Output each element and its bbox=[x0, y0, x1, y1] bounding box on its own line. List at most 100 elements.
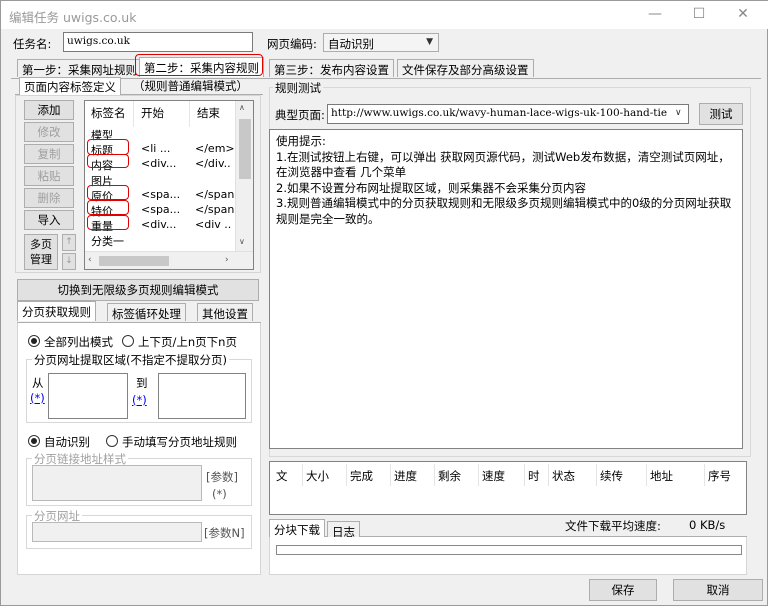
download-col-header[interactable]: 进度 bbox=[394, 468, 417, 484]
tip-1: 1.在测试按钮上右键，可以弹出 获取网页源代码，测试Web发布数据，清空测试页网… bbox=[276, 149, 730, 180]
row-label-name: 模型 bbox=[91, 129, 113, 142]
mode-all-label: 全部列出模式 bbox=[44, 335, 113, 349]
tip-3: 3.规则普通编辑模式中的分页获取规则和无限级多页规则编辑模式中的0级的分页网址获… bbox=[276, 196, 732, 226]
save-button[interactable]: 保存 bbox=[589, 579, 657, 601]
multipage-manage-button[interactable]: 多页管理 bbox=[24, 234, 58, 270]
switch-multipage-mode-button[interactable]: 切换到无限级多页规则编辑模式 bbox=[17, 279, 259, 301]
from-label: 从 bbox=[32, 376, 44, 390]
col-divider bbox=[596, 464, 597, 486]
tab-step-1[interactable]: 第一步：采集网址规则 bbox=[17, 59, 142, 77]
label-list[interactable]: 标签名 开始 结束 模型 标题 <li ... </em>.. 内容 <div... </d… bbox=[84, 100, 254, 270]
close-icon[interactable]: ✕ bbox=[723, 3, 763, 27]
row-start-tag: <spa... bbox=[141, 203, 181, 216]
col-divider bbox=[346, 464, 347, 486]
download-table[interactable]: 文 大小 完成 进度 剩余 速度 时状态 续传 地址 序号 bbox=[269, 461, 747, 515]
page-url-input[interactable] bbox=[32, 522, 202, 542]
param-star-label: (*) bbox=[212, 487, 227, 501]
paging-panel: 全部列出模式 上下页/上n页下n页 分页网址提取区域(不指定不提取分页) 从 (… bbox=[17, 323, 261, 575]
link-style-input[interactable] bbox=[32, 465, 202, 501]
chevron-down-icon[interactable]: ∨ bbox=[675, 108, 682, 118]
download-col-header[interactable]: 剩余 bbox=[438, 468, 461, 484]
row-end-tag: <div .. bbox=[195, 218, 232, 232]
usage-tips: 使用提示: 1.在测试按钮上右键，可以弹出 获取网页源代码，测试Web发布数据，… bbox=[269, 129, 743, 449]
test-button[interactable]: 测试 bbox=[699, 103, 743, 125]
chevron-down-icon[interactable]: ∨ bbox=[239, 237, 245, 246]
task-name-input[interactable]: uwigs.co.uk bbox=[63, 32, 253, 52]
import-button[interactable]: 导入 bbox=[24, 210, 74, 230]
add-button[interactable]: 添加 bbox=[24, 100, 74, 120]
download-col-header[interactable]: 文 bbox=[276, 468, 288, 484]
tab-log[interactable]: 日志 bbox=[327, 521, 360, 539]
left-tabs: 页面内容标签定义 （规则普通编辑模式） bbox=[15, 77, 263, 95]
row-label-name: 图片 bbox=[91, 174, 113, 188]
speed-label: 文件下载平均速度: bbox=[565, 519, 661, 533]
rule-test-label: 规则测试 bbox=[273, 80, 323, 96]
minimize-icon[interactable]: — bbox=[635, 3, 675, 27]
chevron-right-icon[interactable]: › bbox=[225, 255, 229, 265]
paste-button[interactable]: 粘贴 bbox=[24, 166, 74, 186]
row-label-name: 原价 bbox=[91, 189, 113, 203]
list-hscrollbar[interactable]: ‹ › bbox=[85, 251, 253, 269]
tab-chunk-download[interactable]: 分块下载 bbox=[269, 519, 325, 539]
tab-step-3[interactable]: 第三步：发布内容设置 bbox=[269, 59, 394, 77]
to-wildcard-link[interactable]: (*) bbox=[132, 393, 147, 407]
chevron-down-icon: ▼ bbox=[426, 37, 433, 47]
window-title: 编辑任务 uwigs.co.uk bbox=[9, 10, 137, 25]
row-label-name: 内容 bbox=[91, 159, 113, 173]
tab-label-definition[interactable]: 页面内容标签定义 bbox=[19, 77, 121, 95]
param-n-label: [参数N] bbox=[204, 526, 245, 540]
tab-label-loop[interactable]: 标签循环处理 bbox=[107, 303, 186, 321]
col-divider bbox=[390, 464, 391, 486]
download-col-header[interactable]: 状态 bbox=[552, 468, 575, 484]
to-input[interactable] bbox=[158, 373, 246, 419]
download-col-header[interactable]: 地址 bbox=[650, 468, 673, 484]
tab-step-2[interactable]: 第二步：采集内容规则 bbox=[139, 57, 264, 77]
encoding-value: 自动识别 bbox=[328, 37, 374, 51]
download-col-header[interactable]: 续传 bbox=[600, 468, 623, 484]
tab-other-settings[interactable]: 其他设置 bbox=[197, 303, 253, 321]
download-col-header[interactable]: 序号 bbox=[708, 468, 731, 484]
move-up-icon[interactable]: ↑ bbox=[62, 234, 76, 251]
col-divider bbox=[133, 101, 134, 127]
encoding-select[interactable]: 自动识别 ▼ bbox=[323, 33, 439, 52]
edit-button[interactable]: 修改 bbox=[24, 122, 74, 142]
delete-button[interactable]: 删除 bbox=[24, 188, 74, 208]
auto-detect-radio[interactable] bbox=[28, 435, 40, 447]
mode-prev-next-radio[interactable] bbox=[122, 335, 134, 347]
row-label-name: 特价 bbox=[91, 205, 113, 218]
col-divider bbox=[302, 464, 303, 486]
download-col-header[interactable]: 大小 bbox=[306, 468, 329, 484]
chevron-left-icon[interactable]: ‹ bbox=[88, 255, 92, 265]
col-divider bbox=[646, 464, 647, 486]
row-start-tag: <div... bbox=[141, 218, 177, 232]
edit-mode-label: （规则普通编辑模式） bbox=[133, 79, 248, 93]
typical-page-label: 典型页面: bbox=[275, 108, 325, 122]
col-header-start: 开始 bbox=[141, 106, 164, 120]
col-header-name: 标签名 bbox=[91, 106, 126, 120]
download-col-header[interactable]: 速度 bbox=[482, 468, 505, 484]
from-input[interactable] bbox=[48, 373, 128, 419]
row-label-name: 标题 bbox=[91, 144, 113, 158]
download-col-header[interactable]: 时 bbox=[528, 468, 540, 484]
scroll-thumb[interactable] bbox=[239, 119, 251, 179]
manual-rule-radio[interactable] bbox=[106, 435, 118, 447]
cancel-button[interactable]: 取消 bbox=[673, 579, 763, 601]
row-end-tag: </div.. bbox=[195, 157, 231, 171]
copy-button[interactable]: 复制 bbox=[24, 144, 74, 164]
col-divider bbox=[704, 464, 705, 486]
col-divider bbox=[434, 464, 435, 486]
chevron-up-icon[interactable]: ∧ bbox=[239, 103, 245, 112]
download-col-header[interactable]: 完成 bbox=[350, 468, 373, 484]
label-panel: 添加 修改 复制 粘贴 删除 导入 多页管理 ↑ ↓ 标签名 开始 结束 模型标… bbox=[15, 95, 261, 273]
hscroll-thumb[interactable] bbox=[99, 256, 169, 266]
list-vscrollbar[interactable]: ∧ ∨ bbox=[235, 101, 253, 251]
param-label: [参数] bbox=[206, 470, 238, 484]
from-wildcard-link[interactable]: (*) bbox=[30, 391, 45, 405]
move-down-icon[interactable]: ↓ bbox=[62, 253, 76, 270]
mode-all-radio[interactable] bbox=[28, 335, 40, 347]
typical-page-input[interactable]: http://www.uwigs.co.uk/wavy-human-lace-w… bbox=[327, 104, 689, 124]
tip-2: 2.如果不设置分布网址提取区域，则采集器不会采集分页内容 bbox=[276, 180, 586, 195]
maximize-icon[interactable]: ☐ bbox=[679, 3, 719, 27]
tab-paging-rule[interactable]: 分页获取规则 bbox=[17, 301, 96, 321]
tab-step-4[interactable]: 文件保存及部分高级设置 bbox=[397, 59, 534, 77]
